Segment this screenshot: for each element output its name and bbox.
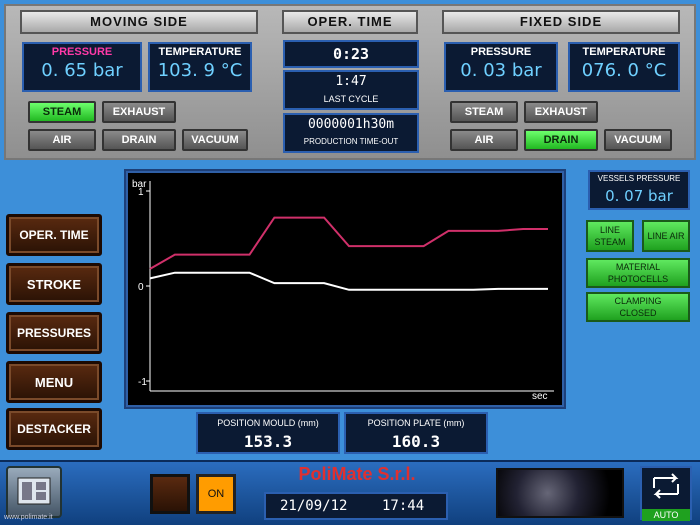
fixed-pressure-readout: PRESSURE 0. 03 bar [444, 42, 558, 92]
oper-time-current-value: 0:23 [332, 45, 370, 63]
fixed-steam-button[interactable]: STEAM [450, 101, 518, 123]
fixed-vacuum-button[interactable]: VACUUM [604, 129, 672, 151]
nav-oper-time-button[interactable]: OPER. TIME [6, 214, 102, 256]
moving-steam-button[interactable]: STEAM [28, 101, 96, 123]
moving-pressure-readout: PRESSURE 0. 65 bar [22, 42, 142, 92]
chart-y-tick-label: -1 [138, 377, 147, 388]
position-plate-value: 160.3 [391, 432, 441, 451]
moving-temperature-label: TEMPERATURE [158, 46, 242, 58]
position-plate-box: POSITION PLATE (mm) 160.3 [344, 412, 488, 454]
material-photocells-button[interactable]: MATERIAL PHOTOCELLS [586, 258, 690, 288]
vessels-pressure-label: VESSELS PRESSURE [597, 174, 681, 183]
auto-label: AUTO [642, 509, 690, 521]
fixed-temperature-value: 076. 0 °C [581, 60, 667, 81]
fixed-air-button[interactable]: AIR [450, 129, 518, 151]
position-mould-box: POSITION MOULD (mm) 153.3 [196, 412, 340, 454]
nav-menu-button[interactable]: MENU [6, 361, 102, 403]
date-time-box: 21/09/12 17:44 [264, 492, 448, 520]
machine-logo-icon [6, 466, 62, 518]
footer-time: 17:44 [382, 498, 425, 514]
moving-air-button[interactable]: AIR [28, 129, 96, 151]
line-steam-button[interactable]: LINE STEAM [586, 220, 634, 252]
fixed-pressure-label: PRESSURE [470, 46, 532, 58]
fixed-exhaust-button[interactable]: EXHAUST [524, 101, 598, 123]
last-cycle-box: 1:47 LAST CYCLE [283, 70, 419, 110]
position-mould-value: 153.3 [243, 432, 293, 451]
fixed-drain-button[interactable]: DRAIN [524, 129, 598, 151]
position-mould-label: POSITION MOULD (mm) [217, 418, 319, 428]
camera-view [496, 468, 624, 518]
moving-side-title: MOVING SIDE [20, 10, 258, 34]
moving-vacuum-button[interactable]: VACUUM [182, 129, 248, 151]
moving-drain-button[interactable]: DRAIN [102, 129, 176, 151]
oper-time-title: OPER. TIME [282, 10, 418, 34]
fixed-temperature-readout: TEMPERATURE 076. 0 °C [568, 42, 680, 92]
moving-exhaust-button[interactable]: EXHAUST [102, 101, 176, 123]
cycle-arrows-icon [653, 473, 679, 499]
pressure-chart: bar sec 10-1 [128, 173, 562, 405]
line-air-button[interactable]: LINE AIR [642, 220, 690, 252]
footer-watermark: www.polimate.it [4, 514, 53, 521]
machine-icon [17, 477, 51, 505]
oper-time-current: 0:23 [283, 40, 419, 68]
footer-date: 21/09/12 [280, 498, 348, 514]
clamping-closed-button[interactable]: CLAMPING CLOSED [586, 292, 690, 322]
chart-y-tick-label: 0 [138, 282, 144, 293]
fixed-temperature-label: TEMPERATURE [582, 46, 666, 58]
last-cycle-value: 1:47 [335, 74, 367, 89]
production-timeout-label: PRODUCTION TIME-OUT [303, 137, 399, 146]
moving-temperature-value: 103. 9 °C [157, 60, 243, 81]
brand-name: PoliMate S.r.l. [298, 464, 416, 484]
fixed-side-title: FIXED SIDE [442, 10, 680, 34]
on-button[interactable]: ON [196, 474, 236, 514]
on-label: ON [207, 488, 225, 500]
last-cycle-label: LAST CYCLE [323, 94, 379, 104]
vessels-pressure-box: VESSELS PRESSURE 0. 07 bar [588, 170, 690, 210]
production-timeout-box: 0000001h30m PRODUCTION TIME-OUT [283, 113, 419, 153]
off-button[interactable] [150, 474, 190, 514]
auto-button[interactable]: AUTO [640, 466, 692, 521]
moving-temperature-readout: TEMPERATURE 103. 9 °C [148, 42, 252, 92]
nav-pressures-button[interactable]: PRESSURES [6, 312, 102, 354]
chart-x-axis-label: sec [532, 391, 548, 402]
chart-y-tick-label: 1 [138, 187, 144, 198]
nav-stroke-button[interactable]: STROKE [6, 263, 102, 305]
nav-destacker-button[interactable]: DESTACKER [6, 408, 102, 450]
fixed-pressure-value: 0. 03 bar [460, 60, 542, 81]
moving-pressure-value: 0. 65 bar [41, 60, 123, 81]
production-timeout-value: 0000001h30m [307, 117, 395, 132]
vessels-pressure-value: 0. 07 bar [605, 187, 673, 205]
moving-pressure-label: PRESSURE [51, 46, 113, 58]
position-plate-label: POSITION PLATE (mm) [367, 418, 465, 428]
